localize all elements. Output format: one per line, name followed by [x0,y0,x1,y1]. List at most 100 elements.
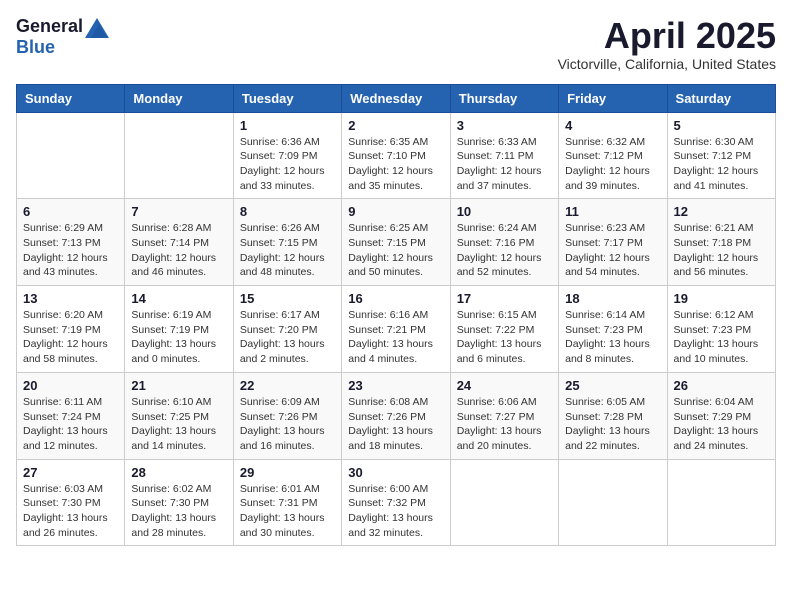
day-info: Sunrise: 6:23 AM Sunset: 7:17 PM Dayligh… [565,221,660,280]
day-info: Sunrise: 6:36 AM Sunset: 7:09 PM Dayligh… [240,135,335,194]
calendar-cell: 12 Sunrise: 6:21 AM Sunset: 7:18 PM Dayli… [667,199,775,286]
day-number: 4 [565,118,660,133]
day-number: 30 [348,465,443,480]
logo-blue-text: Blue [16,38,109,58]
day-number: 11 [565,204,660,219]
day-info: Sunrise: 6:14 AM Sunset: 7:23 PM Dayligh… [565,308,660,367]
calendar-cell [667,459,775,546]
calendar-cell: 16Sunrise: 6:16 AM Sunset: 7:21 PM Dayli… [342,286,450,373]
day-number: 24 [457,378,552,393]
day-number: 16 [348,291,443,306]
calendar-cell [17,112,125,199]
day-number: 17 [457,291,552,306]
day-number: 20 [23,378,118,393]
logo-icon [85,18,109,38]
calendar-cell: 3 Sunrise: 6:33 AM Sunset: 7:11 PM Daylig… [450,112,558,199]
day-number: 18 [565,291,660,306]
header-cell-thursday: Thursday [450,84,558,112]
logo-general-text: General [16,17,83,37]
calendar-cell: 10 Sunrise: 6:24 AM Sunset: 7:16 PM Dayli… [450,199,558,286]
header-row: SundayMondayTuesdayWednesdayThursdayFrid… [17,84,776,112]
day-number: 2 [348,118,443,133]
calendar-cell [125,112,233,199]
calendar-cell: 11 Sunrise: 6:23 AM Sunset: 7:17 PM Dayli… [559,199,667,286]
calendar-cell: 21 Sunrise: 6:10 AM Sunset: 7:25 PM Dayli… [125,372,233,459]
day-number: 22 [240,378,335,393]
day-number: 28 [131,465,226,480]
calendar-week-2: 6 Sunrise: 6:29 AM Sunset: 7:13 PM Daylig… [17,199,776,286]
day-info: Sunrise: 6:08 AM Sunset: 7:26 PM Dayligh… [348,395,443,454]
calendar-cell: 27Sunrise: 6:03 AM Sunset: 7:30 PM Dayli… [17,459,125,546]
calendar-week-3: 13 Sunrise: 6:20 AM Sunset: 7:19 PM Dayli… [17,286,776,373]
day-info: Sunrise: 6:00 AM Sunset: 7:32 PM Dayligh… [348,482,443,541]
day-number: 25 [565,378,660,393]
header-cell-sunday: Sunday [17,84,125,112]
day-info: Sunrise: 6:28 AM Sunset: 7:14 PM Dayligh… [131,221,226,280]
calendar-cell: 8Sunrise: 6:26 AM Sunset: 7:15 PM Daylig… [233,199,341,286]
day-number: 14 [131,291,226,306]
calendar-cell: 1Sunrise: 6:36 AM Sunset: 7:09 PM Daylig… [233,112,341,199]
day-number: 23 [348,378,443,393]
header-cell-tuesday: Tuesday [233,84,341,112]
day-info: Sunrise: 6:12 AM Sunset: 7:23 PM Dayligh… [674,308,769,367]
calendar-body: 1Sunrise: 6:36 AM Sunset: 7:09 PM Daylig… [17,112,776,546]
header-cell-saturday: Saturday [667,84,775,112]
day-info: Sunrise: 6:33 AM Sunset: 7:11 PM Dayligh… [457,135,552,194]
day-number: 10 [457,204,552,219]
calendar-cell: 9Sunrise: 6:25 AM Sunset: 7:15 PM Daylig… [342,199,450,286]
day-number: 13 [23,291,118,306]
day-info: Sunrise: 6:17 AM Sunset: 7:20 PM Dayligh… [240,308,335,367]
calendar-cell: 13 Sunrise: 6:20 AM Sunset: 7:19 PM Dayli… [17,286,125,373]
calendar-header: SundayMondayTuesdayWednesdayThursdayFrid… [17,84,776,112]
page-header: General Blue April 2025 Victorville, Cal… [16,16,776,72]
day-number: 15 [240,291,335,306]
header-cell-monday: Monday [125,84,233,112]
day-info: Sunrise: 6:35 AM Sunset: 7:10 PM Dayligh… [348,135,443,194]
day-number: 21 [131,378,226,393]
calendar-cell: 14 Sunrise: 6:19 AM Sunset: 7:19 PM Dayli… [125,286,233,373]
day-info: Sunrise: 6:24 AM Sunset: 7:16 PM Dayligh… [457,221,552,280]
day-info: Sunrise: 6:03 AM Sunset: 7:30 PM Dayligh… [23,482,118,541]
day-info: Sunrise: 6:02 AM Sunset: 7:30 PM Dayligh… [131,482,226,541]
calendar-cell: 5 Sunrise: 6:30 AM Sunset: 7:12 PM Daylig… [667,112,775,199]
day-info: Sunrise: 6:09 AM Sunset: 7:26 PM Dayligh… [240,395,335,454]
day-number: 5 [674,118,769,133]
day-info: Sunrise: 6:30 AM Sunset: 7:12 PM Dayligh… [674,135,769,194]
calendar-week-5: 27Sunrise: 6:03 AM Sunset: 7:30 PM Dayli… [17,459,776,546]
header-cell-wednesday: Wednesday [342,84,450,112]
day-info: Sunrise: 6:21 AM Sunset: 7:18 PM Dayligh… [674,221,769,280]
calendar-cell: 4 Sunrise: 6:32 AM Sunset: 7:12 PM Daylig… [559,112,667,199]
day-number: 3 [457,118,552,133]
day-number: 6 [23,204,118,219]
calendar-cell: 28 Sunrise: 6:02 AM Sunset: 7:30 PM Dayli… [125,459,233,546]
day-number: 8 [240,204,335,219]
calendar-cell [450,459,558,546]
calendar-cell: 23 Sunrise: 6:08 AM Sunset: 7:26 PM Dayli… [342,372,450,459]
calendar-cell: 7Sunrise: 6:28 AM Sunset: 7:14 PM Daylig… [125,199,233,286]
calendar-cell: 19Sunrise: 6:12 AM Sunset: 7:23 PM Dayli… [667,286,775,373]
calendar-cell: 18 Sunrise: 6:14 AM Sunset: 7:23 PM Dayli… [559,286,667,373]
calendar-table: SundayMondayTuesdayWednesdayThursdayFrid… [16,84,776,547]
calendar-cell: 22 Sunrise: 6:09 AM Sunset: 7:26 PM Dayli… [233,372,341,459]
day-info: Sunrise: 6:10 AM Sunset: 7:25 PM Dayligh… [131,395,226,454]
calendar-cell: 2 Sunrise: 6:35 AM Sunset: 7:10 PM Daylig… [342,112,450,199]
header-cell-friday: Friday [559,84,667,112]
day-number: 9 [348,204,443,219]
day-info: Sunrise: 6:32 AM Sunset: 7:12 PM Dayligh… [565,135,660,194]
day-number: 12 [674,204,769,219]
day-info: Sunrise: 6:19 AM Sunset: 7:19 PM Dayligh… [131,308,226,367]
calendar-week-4: 20Sunrise: 6:11 AM Sunset: 7:24 PM Dayli… [17,372,776,459]
calendar-cell: 29Sunrise: 6:01 AM Sunset: 7:31 PM Dayli… [233,459,341,546]
day-info: Sunrise: 6:04 AM Sunset: 7:29 PM Dayligh… [674,395,769,454]
day-number: 29 [240,465,335,480]
calendar-cell: 26Sunrise: 6:04 AM Sunset: 7:29 PM Dayli… [667,372,775,459]
calendar-cell: 24Sunrise: 6:06 AM Sunset: 7:27 PM Dayli… [450,372,558,459]
day-info: Sunrise: 6:20 AM Sunset: 7:19 PM Dayligh… [23,308,118,367]
calendar-cell: 15 Sunrise: 6:17 AM Sunset: 7:20 PM Dayli… [233,286,341,373]
calendar-cell: 25Sunrise: 6:05 AM Sunset: 7:28 PM Dayli… [559,372,667,459]
calendar-cell: 30 Sunrise: 6:00 AM Sunset: 7:32 PM Dayli… [342,459,450,546]
calendar-week-1: 1Sunrise: 6:36 AM Sunset: 7:09 PM Daylig… [17,112,776,199]
day-info: Sunrise: 6:29 AM Sunset: 7:13 PM Dayligh… [23,221,118,280]
calendar-cell: 20Sunrise: 6:11 AM Sunset: 7:24 PM Dayli… [17,372,125,459]
title-section: April 2025 Victorville, California, Unit… [558,16,776,72]
